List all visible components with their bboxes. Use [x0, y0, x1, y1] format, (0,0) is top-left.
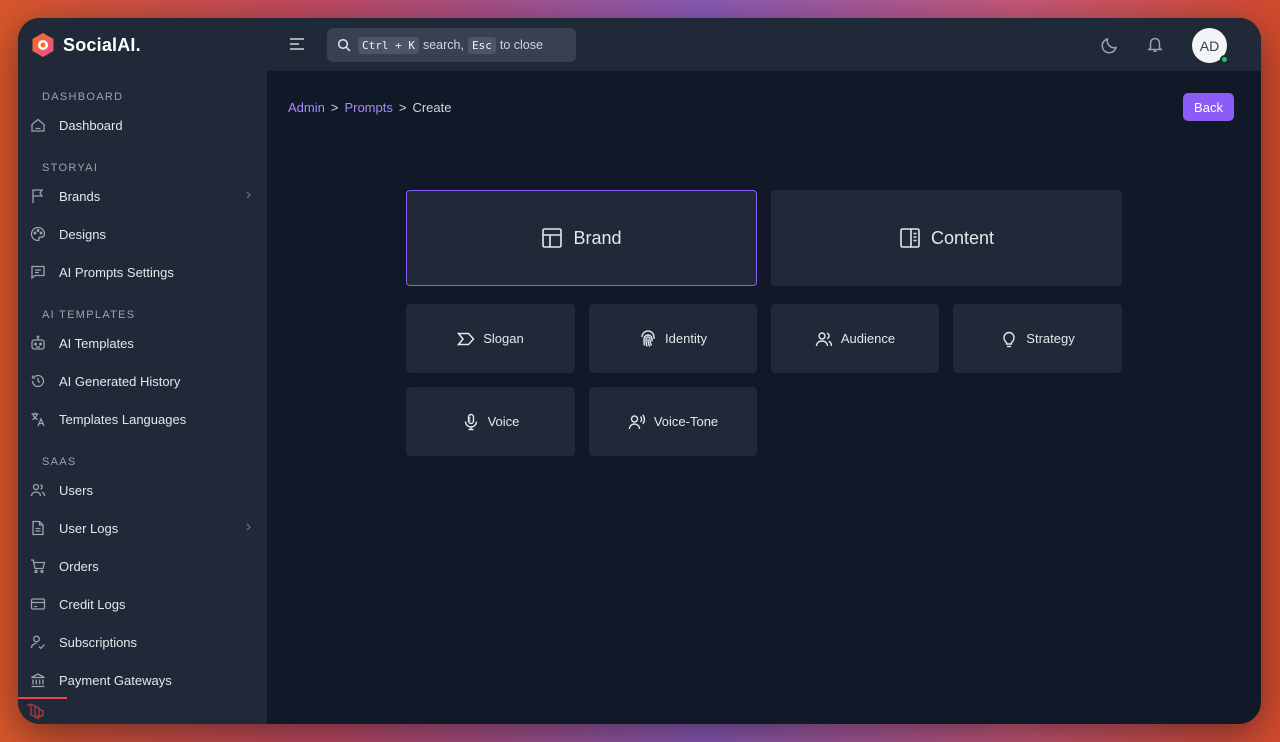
sidebar-section-storyai: STORYAI: [42, 162, 99, 174]
sidebar-item-dashboard[interactable]: Dashboard: [18, 106, 267, 144]
user-check-icon: [30, 635, 45, 650]
sidebar-item-label: AI Generated History: [59, 373, 181, 389]
sidebar-item-label: AI Prompts Settings: [59, 264, 174, 280]
file-icon: [32, 520, 44, 536]
card-label: Identity: [665, 331, 707, 346]
back-button[interactable]: Back: [1183, 93, 1234, 121]
sidebar-item-ai-generated-history[interactable]: AI Generated History: [18, 362, 267, 400]
moon-icon[interactable]: [1101, 36, 1119, 54]
lightbulb-icon: [1003, 331, 1015, 347]
topbar: Ctrl + K search, Esc to close AD: [267, 18, 1261, 72]
app-name: SocialAI.: [63, 34, 141, 55]
card-label: Voice: [487, 414, 520, 429]
breadcrumb-create: Create: [412, 100, 452, 115]
sidebar-item-label: Subscriptions: [59, 634, 138, 650]
breadcrumb-prompts[interactable]: Prompts: [344, 100, 392, 115]
voice-card[interactable]: Voice: [406, 387, 575, 456]
fingerprint-icon: [641, 329, 655, 347]
search-bar[interactable]: Ctrl + K search, Esc to close: [327, 28, 576, 62]
card-label: Content: [930, 227, 995, 248]
online-status-badge: [1220, 55, 1229, 64]
menu-icon[interactable]: [289, 37, 305, 51]
breadcrumb-separator: >: [330, 100, 339, 115]
breadcrumb: Admin > Prompts > Create: [288, 100, 451, 115]
layout-icon: [542, 228, 563, 248]
slogan-card[interactable]: Slogan: [406, 304, 575, 373]
bank-icon: [31, 673, 45, 688]
sidebar-item-label: Dashboard: [59, 117, 123, 133]
card-label: Strategy: [1026, 331, 1075, 346]
robot-icon: [31, 335, 45, 350]
search-hint-close: to close: [499, 38, 543, 52]
sidebar-item-user-logs[interactable]: User Logs: [18, 509, 267, 547]
shortcut-esc: Esc: [467, 36, 496, 54]
tag-arrow-icon: [457, 332, 475, 345]
audience-card[interactable]: Audience: [771, 304, 939, 373]
sidebar-item-label: Users: [59, 482, 93, 498]
card-label: Audience: [840, 331, 896, 346]
sidebar-item-orders[interactable]: Orders: [18, 547, 267, 585]
breadcrumb-admin[interactable]: Admin: [288, 100, 325, 115]
card-label: Voice-Tone: [653, 414, 719, 429]
sidebar-section-dashboard: DASHBOARD: [42, 91, 124, 103]
sidebar-item-label: Designs: [59, 226, 106, 242]
sidebar-item-label: Payment Gateways: [59, 672, 172, 688]
sidebar: SocialAI. DASHBOARD Dashboard STORYAI Br…: [18, 18, 267, 724]
sidebar-section-ai-templates: AI TEMPLATES: [42, 309, 136, 321]
search-hint: search,: [422, 38, 464, 52]
sidebar-item-label: AI Templates: [59, 335, 134, 351]
palette-icon: [30, 226, 46, 242]
voice-tone-card[interactable]: Voice-Tone: [589, 387, 757, 456]
laravel-icon: [26, 703, 44, 720]
sidebar-item-users[interactable]: Users: [18, 471, 267, 509]
microphone-icon: [464, 413, 477, 430]
users-icon: [815, 331, 833, 346]
chevron-right-icon: [246, 523, 251, 531]
identity-card[interactable]: Identity: [589, 304, 757, 373]
card-label: Slogan: [483, 331, 524, 346]
shortcut-ctrl-k: Ctrl + K: [358, 36, 419, 54]
sidebar-item-credit-logs[interactable]: Credit Logs: [18, 585, 267, 623]
sidebar-item-subscriptions[interactable]: Subscriptions: [18, 623, 267, 661]
sidebar-item-templates-languages[interactable]: Templates Languages: [18, 400, 267, 438]
content-card[interactable]: Content: [771, 190, 1122, 286]
chevron-right-icon: [246, 191, 251, 199]
sidebar-item-ai-prompts-settings[interactable]: AI Prompts Settings: [18, 253, 267, 291]
translate-icon: [31, 412, 45, 427]
sidebar-item-ai-templates[interactable]: AI Templates: [18, 324, 267, 362]
home-icon: [31, 118, 45, 132]
cart-icon: [31, 559, 46, 574]
app-window: SocialAI. DASHBOARD Dashboard STORYAI Br…: [18, 18, 1261, 724]
search-icon: [337, 38, 351, 52]
sidebar-item-label: Credit Logs: [59, 596, 126, 612]
bell-icon[interactable]: [1146, 35, 1164, 53]
users-icon: [30, 483, 46, 497]
flag-icon: [32, 189, 44, 203]
logo-icon: [32, 33, 54, 57]
sidebar-item-payment-gateways[interactable]: Payment Gateways: [18, 661, 267, 699]
sidebar-item-label: Brands: [59, 188, 101, 204]
sidebar-section-saas: SAAS: [42, 456, 77, 468]
progress-indicator: [18, 697, 67, 699]
history-icon: [31, 374, 45, 388]
sidebar-nav: DASHBOARD Dashboard STORYAI Brands Desig…: [18, 88, 267, 699]
sidebar-item-brands[interactable]: Brands: [18, 177, 267, 215]
strategy-card[interactable]: Strategy: [953, 304, 1122, 373]
logo[interactable]: SocialAI.: [30, 30, 141, 60]
brand-card[interactable]: Brand: [406, 190, 757, 286]
card-label: Brand: [573, 227, 622, 248]
breadcrumb-separator: >: [398, 100, 407, 115]
sidebar-item-designs[interactable]: Designs: [18, 215, 267, 253]
sidebar-item-label: User Logs: [59, 520, 119, 536]
sidebar-item-label: Templates Languages: [59, 411, 187, 427]
message-icon: [31, 265, 45, 280]
credit-card-icon: [30, 598, 46, 610]
book-open-icon: [900, 228, 920, 248]
speaking-user-icon: [628, 413, 645, 429]
sidebar-item-label: Orders: [59, 558, 99, 574]
